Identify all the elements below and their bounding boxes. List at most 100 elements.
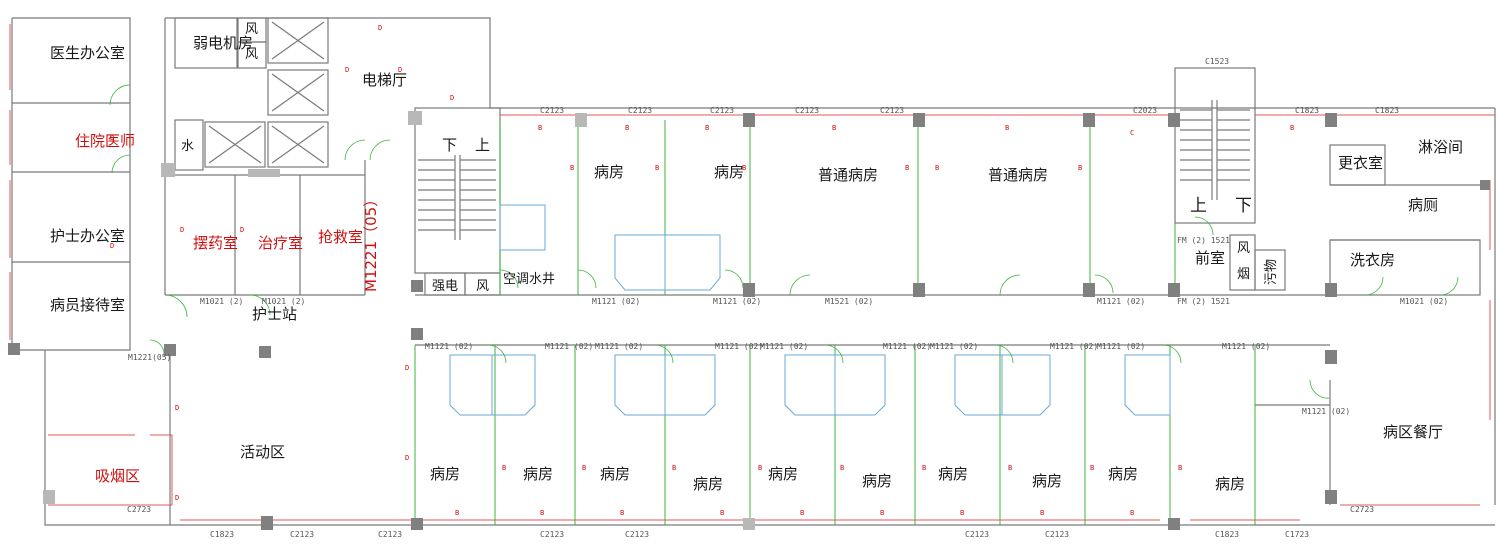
room-ward-b8: 病房 [1032,472,1062,490]
svg-text:B: B [1008,464,1012,472]
stair-up-1: 上 [475,136,490,154]
svg-text:D: D [175,494,179,502]
svg-text:B: B [1090,464,1094,472]
svg-text:B: B [1005,124,1009,132]
window-tag: C1823 [1375,106,1399,115]
room-wind-1: 风 [245,22,258,37]
annotation-marks: D D D D B B B B B B B B B B B B C D D D … [110,24,1294,517]
svg-text:B: B [570,164,574,172]
room-ac-shaft: 空调水井 [503,272,555,287]
door-tag: M1121 (02) [713,297,761,306]
svg-text:B: B [1290,124,1294,132]
svg-text:D: D [240,226,244,234]
window-tag: C2123 [628,106,652,115]
room-ward-toilet: 病厕 [1408,196,1438,214]
svg-text:D: D [345,66,349,74]
room-ward-b5: 病房 [768,465,798,483]
room-wind-4: 风 [1237,241,1250,256]
svg-text:B: B [625,124,629,132]
window-tag: C2123 [880,106,904,115]
door-tag: M1121 (02) [715,342,763,351]
floor-plan: D D D D B B B B B B B B B B B B C D D D … [8,17,1496,539]
svg-text:B: B [1178,464,1182,472]
svg-text:B: B [720,509,724,517]
svg-text:D: D [405,454,409,462]
room-activity: 活动区 [240,443,285,461]
svg-text:B: B [672,464,676,472]
room-rescue: 抢救室 [318,228,363,246]
svg-text:B: B [1130,509,1134,517]
room-nurse-station: 护士站 [252,305,297,323]
svg-text:D: D [450,94,454,102]
door-tag: M1021 (02) [1400,297,1448,306]
stair-up-2: 上 [1190,196,1207,216]
window-tag: C2123 [795,106,819,115]
room-ward-b10: 病房 [1215,475,1245,493]
room-ward-b3: 病房 [600,465,630,483]
door-tag: M1121 (02) [425,342,473,351]
window-tag: C1823 [1215,530,1239,539]
room-ward-b4: 病房 [693,475,723,493]
room-ward-b2: 病房 [523,465,553,483]
door-tag: M1121 (02) [930,342,978,351]
svg-text:B: B [758,464,762,472]
room-ward-1: 病房 [594,163,624,181]
door-tag: M1121 (02) [1050,342,1098,351]
room-wind-3: 风 [476,279,489,294]
svg-text:B: B [935,164,939,172]
room-smoking: 吸烟区 [95,467,140,485]
svg-text:B: B [502,464,506,472]
svg-text:B: B [705,124,709,132]
door-tag: M1121 (02) [1302,407,1350,416]
room-anteroom: 前室 [1195,249,1225,267]
door-tag: M1121 (02) [1222,342,1270,351]
room-ward-b9: 病房 [1108,465,1138,483]
svg-text:B: B [800,509,804,517]
window-tag: C2123 [965,530,989,539]
svg-text:B: B [540,509,544,517]
svg-text:B: B [840,464,844,472]
door-tag: FM (2) 1521 [1177,236,1230,245]
svg-text:B: B [1078,164,1082,172]
room-laundry: 洗衣房 [1350,251,1395,269]
door-tag: M1121 (02) [1097,297,1145,306]
svg-text:B: B [620,509,624,517]
window-tag: C2123 [540,530,564,539]
door-tag: M1121 (02) [592,297,640,306]
room-water: 水 [181,139,194,154]
window-tag: C2723 [1350,505,1374,514]
svg-text:B: B [1040,509,1044,517]
door-tag: M1121 (02) [760,342,808,351]
stair-down-1: 下 [442,136,457,154]
svg-text:B: B [455,509,459,517]
svg-text:B: B [582,464,586,472]
door-swings [109,84,1459,399]
svg-text:B: B [832,124,836,132]
svg-text:B: B [922,464,926,472]
window-tag: C2123 [625,530,649,539]
window-tag: C2123 [540,106,564,115]
svg-text:D: D [378,24,382,32]
svg-text:D: D [405,364,409,372]
room-general-ward-2: 普通病房 [988,166,1048,184]
window-tag: C1823 [210,530,234,539]
room-smoke: 烟 [1237,267,1250,282]
room-ward-b1: 病房 [430,465,460,483]
door-tag: M1121 (02) [883,342,931,351]
room-resident-doctor: 住院医师 [75,132,135,150]
door-tag: M1221(05) [128,353,171,362]
room-elevator-hall: 电梯厅 [362,71,407,89]
room-dispensary: 摆药室 [193,234,238,252]
room-treatment: 治疗室 [258,234,303,252]
room-labels: 医生办公室 住院医师 护士办公室 病员接待室 弱电机房 风 风 水 电梯厅 摆药… [50,22,1463,493]
door-tag: M1121 (02) [545,342,593,351]
door-tag: M1521 (02) [825,297,873,306]
room-reception: 病员接待室 [50,296,125,314]
structural-columns [8,111,1490,530]
svg-text:B: B [538,124,542,132]
window-tag: C2123 [378,530,402,539]
window-tag: C1723 [1285,530,1309,539]
window-tag: C1823 [1295,106,1319,115]
door-tag: M1021 (2) [200,297,243,306]
room-wind-2: 风 [245,47,258,62]
